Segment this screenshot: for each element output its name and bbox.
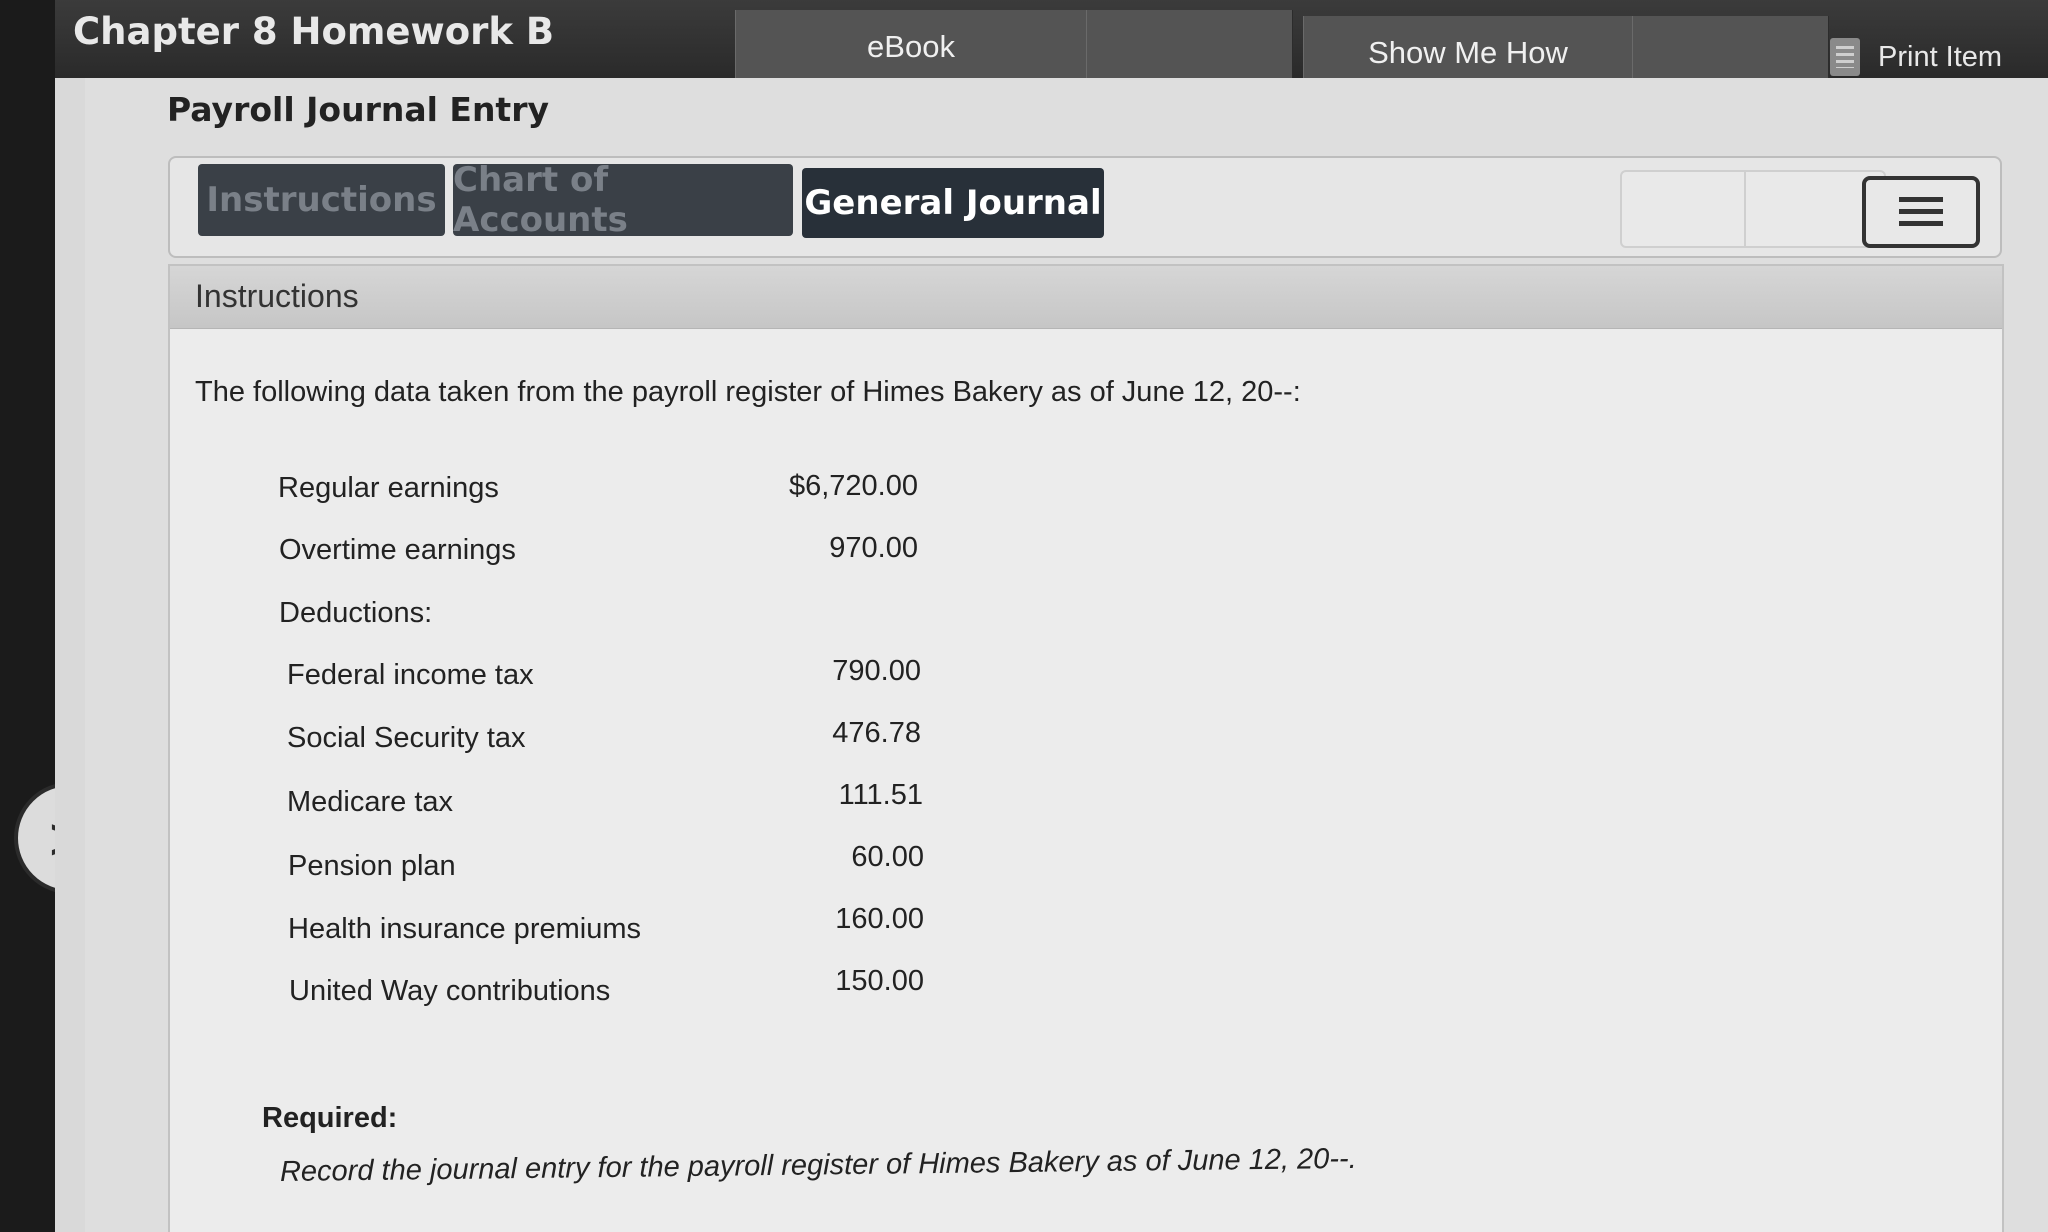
section-title: Payroll Journal Entry xyxy=(167,90,549,129)
required-label: Required: xyxy=(262,1102,398,1134)
tab-chart-of-accounts-label: Chart of Accounts xyxy=(453,160,628,240)
top-toolbar: Chapter 8 Homework B eBook Show Me How P… xyxy=(55,0,2048,90)
row-label-united-way: United Way contributions xyxy=(289,975,611,1007)
row-value-social-security-tax: 476.78 xyxy=(832,717,921,749)
row-label-health-insurance: Health insurance premiums xyxy=(288,913,641,945)
print-icon xyxy=(1830,38,1860,76)
app-screen: Chapter 8 Homework B eBook Show Me How P… xyxy=(55,0,2048,1232)
row-value-pension-plan: 60.00 xyxy=(851,841,924,873)
row-value-united-way: 150.00 xyxy=(835,965,924,997)
assignment-title: Chapter 8 Homework B xyxy=(73,10,555,53)
row-value-regular-earnings: $6,720.00 xyxy=(788,470,918,502)
row-value-medicare-tax: 111.51 xyxy=(838,779,923,811)
ebook-label: eBook xyxy=(867,29,955,64)
instructions-intro: The following data taken from the payrol… xyxy=(195,376,1301,408)
tab-general-journal[interactable]: General Journal xyxy=(802,168,1104,238)
instructions-header-label: Instructions xyxy=(195,278,359,314)
row-label-pension-plan: Pension plan xyxy=(288,850,456,882)
menu-icon xyxy=(1899,197,1943,227)
menu-button[interactable] xyxy=(1862,176,1980,248)
row-label-overtime-earnings: Overtime earnings xyxy=(279,534,516,566)
toolbar-blank-button[interactable] xyxy=(1086,10,1293,84)
required-text: Record the journal entry for the payroll… xyxy=(279,1142,1357,1188)
tab-general-journal-label: General Journal xyxy=(804,183,1102,223)
tab-instructions[interactable]: Instructions xyxy=(198,164,445,236)
instructions-header: Instructions xyxy=(170,266,2002,329)
show-me-how-label: Show Me How xyxy=(1368,35,1568,70)
row-label-deductions: Deductions: xyxy=(279,597,433,629)
blank-control-group xyxy=(1620,170,1886,248)
row-label-federal-income-tax: Federal income tax xyxy=(287,659,534,691)
instructions-panel: Instructions The following data taken fr… xyxy=(168,264,2004,1232)
row-label-medicare-tax: Medicare tax xyxy=(287,786,454,818)
row-label-social-security-tax: Social Security tax xyxy=(287,722,526,754)
row-value-federal-income-tax: 790.00 xyxy=(832,655,921,687)
row-label-regular-earnings: Regular earnings xyxy=(278,472,499,504)
row-value-health-insurance: 160.00 xyxy=(835,903,924,935)
tab-chart-of-accounts[interactable]: Chart of Accounts xyxy=(453,160,793,240)
tab-instructions-label: Instructions xyxy=(206,180,437,220)
print-item-label: Print Item xyxy=(1878,40,2003,73)
main-content: Payroll Journal Entry Instructions Chart… xyxy=(85,78,2048,1232)
ebook-button[interactable]: eBook xyxy=(735,10,1087,84)
row-value-overtime-earnings: 970.00 xyxy=(829,532,918,564)
